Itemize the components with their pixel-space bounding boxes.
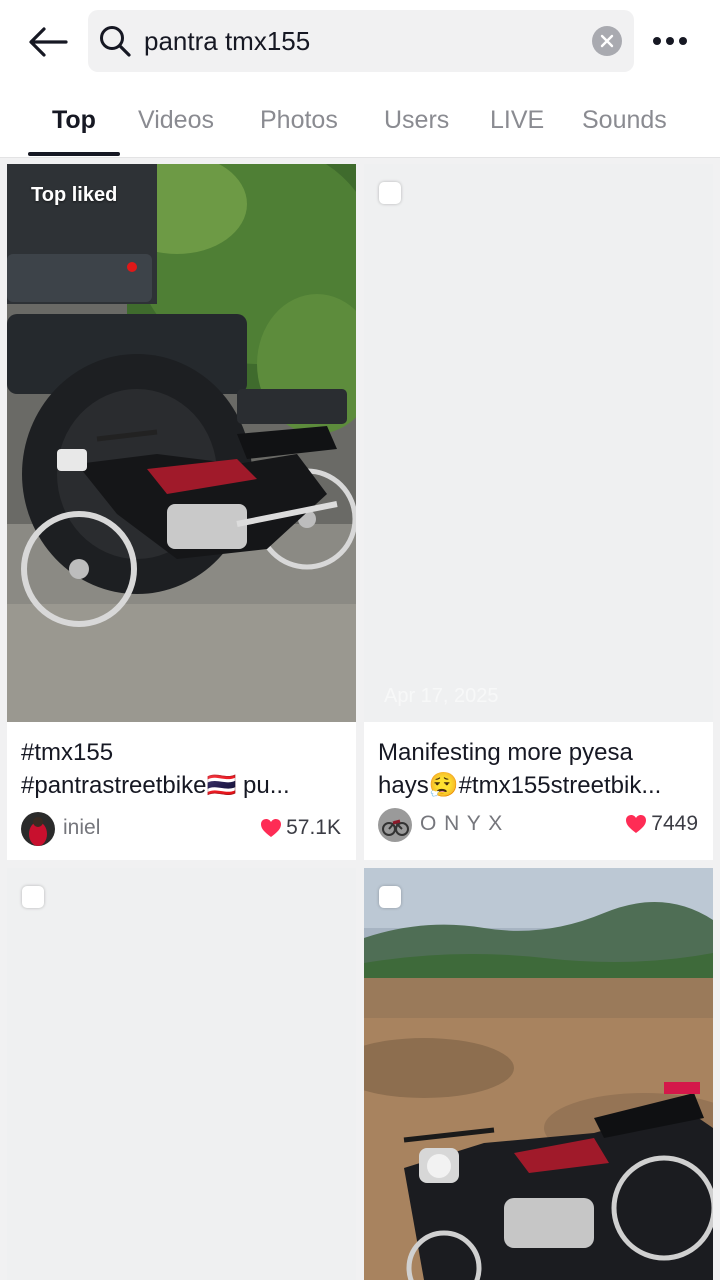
author-name[interactable]: O N Y X: [420, 812, 503, 836]
more-options-button[interactable]: [650, 24, 690, 58]
caption-line: Manifesting more pyesa: [378, 739, 633, 766]
card-info: #tmx155 #pantrastreetbike🇹🇭 pu... iniel …: [7, 722, 356, 860]
select-checkbox[interactable]: [379, 886, 401, 908]
author-name[interactable]: iniel: [63, 816, 100, 840]
caption-line: #pantrastreetbike🇹🇭 pu...: [21, 772, 290, 799]
result-card[interactable]: Top liked #tmx155 #pantrastreetbike🇹🇭 pu…: [7, 164, 356, 860]
avatar[interactable]: [21, 812, 55, 846]
select-checkbox[interactable]: [22, 886, 44, 908]
heart-icon: [626, 815, 647, 833]
motorcycle-thumbnail-image: [364, 868, 713, 1280]
card-meta: iniel 57.1K: [21, 812, 341, 848]
top-liked-badge: Top liked: [31, 184, 118, 206]
clear-icon: [600, 34, 614, 48]
search-icon: [100, 26, 131, 57]
result-card[interactable]: [7, 868, 356, 1280]
select-checkbox[interactable]: [379, 182, 401, 204]
back-button[interactable]: [26, 20, 70, 64]
tab-sounds[interactable]: Sounds: [582, 106, 667, 135]
post-date: Apr 17, 2025: [384, 685, 499, 707]
like-count-value: 57.1K: [286, 816, 341, 839]
card-info: Manifesting more pyesa hays😮‍💨#tmx155str…: [364, 722, 713, 860]
like-count-value: 7449: [651, 812, 698, 835]
result-tabs: Top Videos Photos Users LIVE Sounds: [0, 96, 720, 158]
video-caption: #tmx155 #pantrastreetbike🇹🇭 pu...: [21, 736, 341, 802]
back-arrow-icon: [29, 27, 68, 57]
tab-top[interactable]: Top: [52, 106, 96, 135]
caption-line: hays😮‍💨#tmx155streetbik...: [378, 772, 662, 799]
result-card[interactable]: [364, 868, 713, 1280]
more-icon: [653, 37, 687, 45]
tab-indicator: [28, 152, 120, 156]
clear-search-button[interactable]: [592, 26, 622, 56]
motorcycle-thumbnail-image: [7, 164, 356, 722]
like-count: 7449: [625, 812, 698, 836]
search-input[interactable]: pantra tmx155: [144, 10, 310, 72]
caption-line: #tmx155: [21, 739, 114, 766]
tab-live[interactable]: LIVE: [490, 106, 544, 135]
avatar-image: [21, 812, 55, 846]
like-count: 57.1K: [260, 816, 341, 840]
heart-icon: [261, 819, 282, 837]
avatar-image: [378, 808, 412, 842]
video-caption: Manifesting more pyesa hays😮‍💨#tmx155str…: [378, 736, 698, 802]
video-thumbnail[interactable]: Apr 17, 2025: [364, 164, 713, 722]
avatar[interactable]: [378, 808, 412, 842]
search-bar[interactable]: pantra tmx155: [88, 10, 634, 72]
tab-photos[interactable]: Photos: [260, 106, 338, 135]
card-meta: O N Y X 7449: [378, 808, 698, 844]
tab-users[interactable]: Users: [384, 106, 449, 135]
tab-videos[interactable]: Videos: [138, 106, 214, 135]
result-card[interactable]: Apr 17, 2025 Manifesting more pyesa hays…: [364, 164, 713, 860]
video-thumbnail[interactable]: Top liked: [7, 164, 356, 722]
search-header: pantra tmx155: [0, 0, 720, 84]
video-thumbnail[interactable]: [364, 868, 713, 1280]
